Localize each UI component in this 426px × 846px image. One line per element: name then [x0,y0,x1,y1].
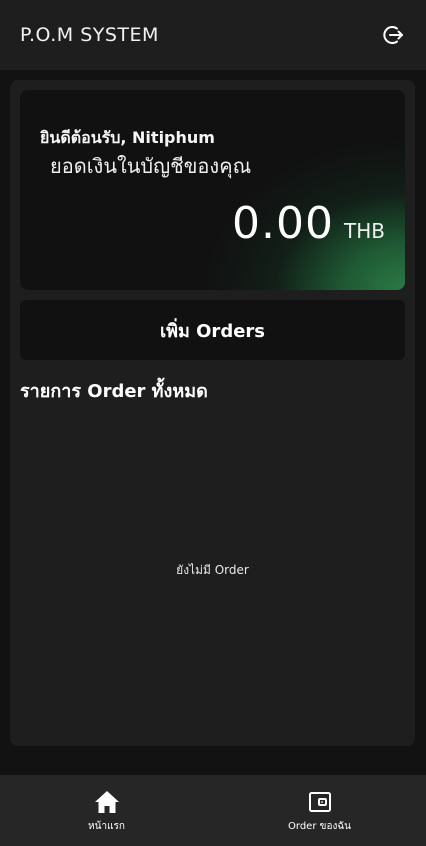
balance-card: ยินดีต้อนรับ, Nitiphum ยอดเงินในบัญชีของ… [20,90,405,290]
orders-section-title: รายการ Order ทั้งหมด [20,381,208,402]
logout-button[interactable] [380,22,406,48]
nav-label-my-orders: Order ของฉัน [288,821,351,832]
balance-currency: THB [344,219,385,243]
bottom-nav: หน้าแรก Order ของฉัน [0,775,426,846]
add-orders-button[interactable]: เพิ่ม Orders [20,300,405,360]
nav-item-home[interactable]: หน้าแรก [0,775,213,846]
logout-icon [383,26,403,44]
nav-label-home: หน้าแรก [88,821,125,832]
main-card: ยินดีต้อนรับ, Nitiphum ยอดเงินในบัญชีของ… [10,80,415,746]
balance-row: 0.00 THB [232,198,385,249]
wallet-icon [308,789,332,815]
balance-amount: 0.00 [232,198,335,249]
app-title: P.O.M SYSTEM [20,24,159,46]
balance-label: ยอดเงินในบัญชีของคุณ [50,154,252,178]
app-bar: P.O.M SYSTEM [0,0,426,70]
empty-orders-message: ยังไม่มี Order [176,563,249,577]
nav-item-my-orders[interactable]: Order ของฉัน [213,775,426,846]
welcome-text: ยินดีต้อนรับ, Nitiphum [40,128,215,147]
home-icon [94,789,120,815]
